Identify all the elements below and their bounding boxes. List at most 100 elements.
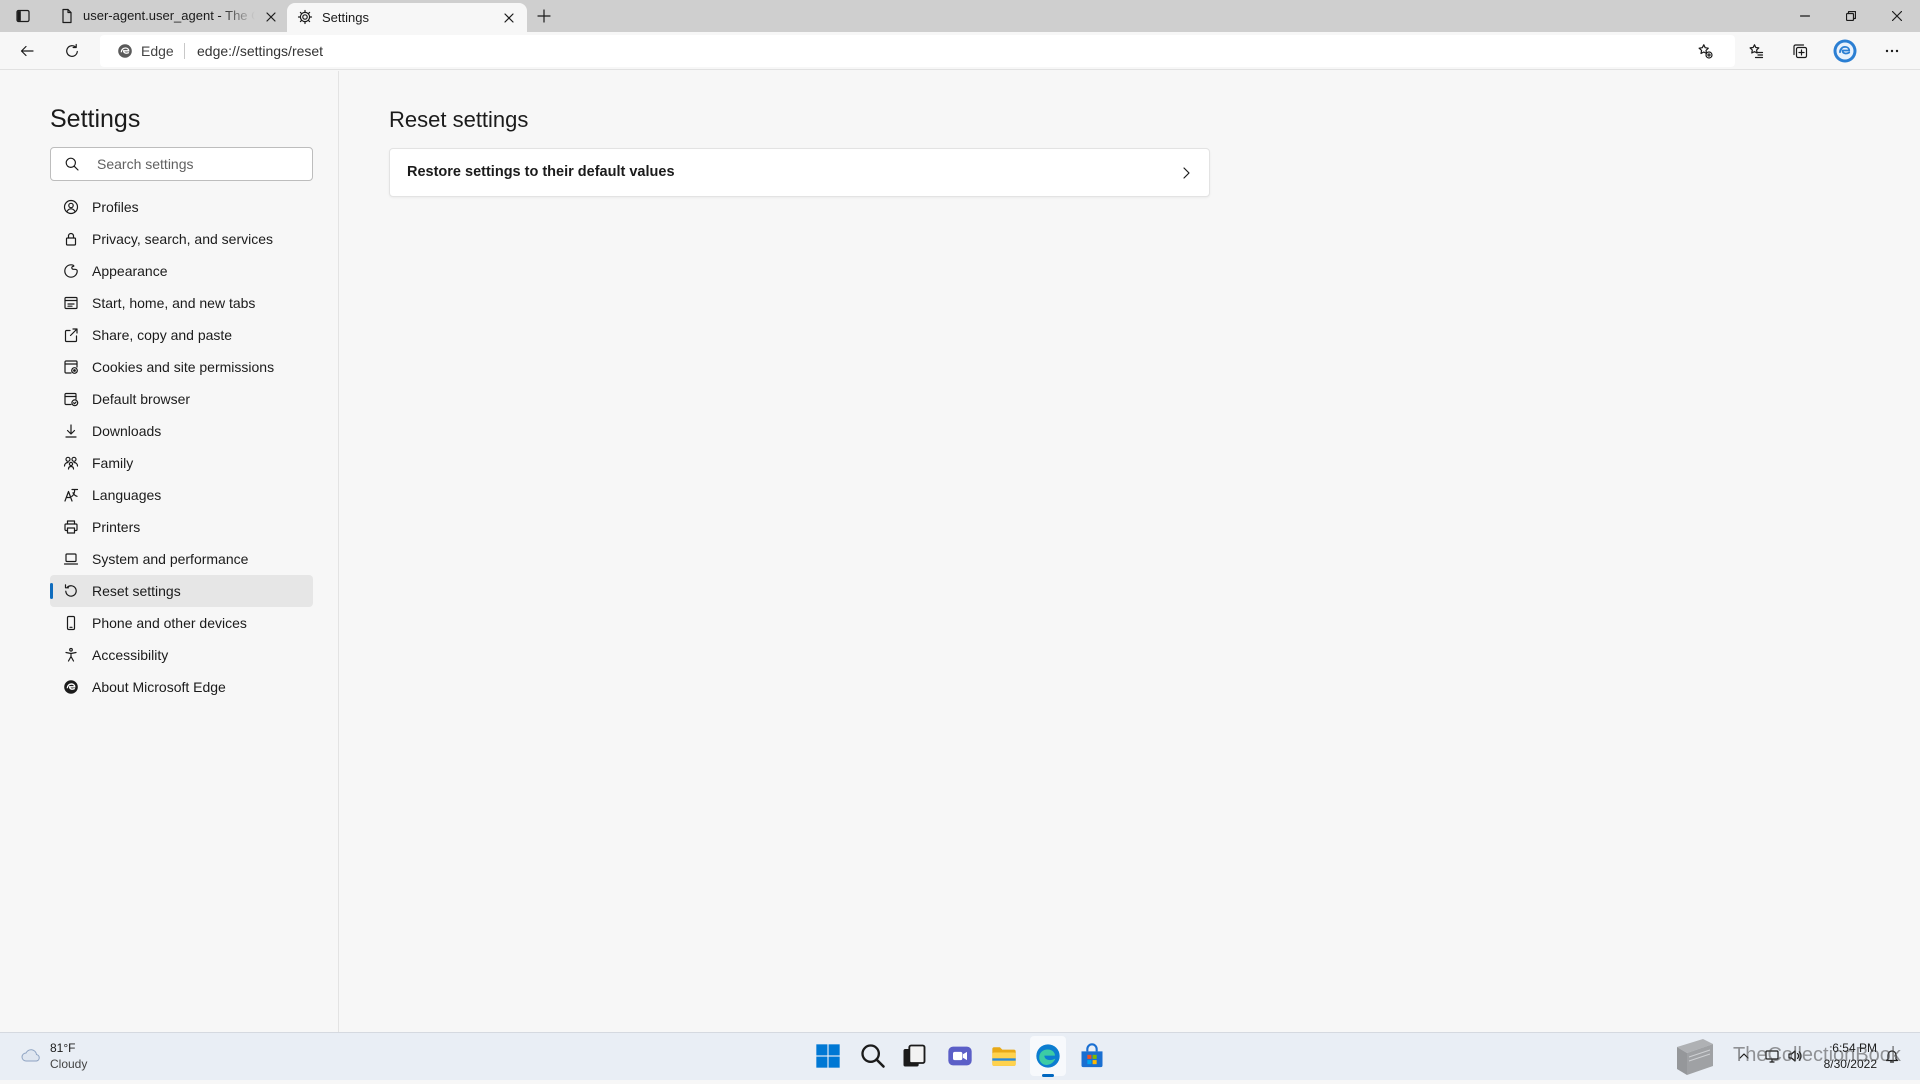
close-icon bbox=[1892, 11, 1902, 21]
plus-icon bbox=[537, 9, 551, 23]
sidebar-item-label: System and performance bbox=[92, 551, 249, 567]
share-icon bbox=[63, 327, 79, 343]
edge-logo-icon bbox=[63, 679, 79, 695]
search-icon bbox=[64, 156, 80, 172]
sidebar-item-languages[interactable]: Languages bbox=[50, 479, 313, 511]
sidebar-item-label: Privacy, search, and services bbox=[92, 231, 274, 247]
sidebar-item-label: Share, copy and paste bbox=[92, 327, 233, 343]
sidebar-item-share-copy-paste[interactable]: Share, copy and paste bbox=[50, 319, 313, 351]
vertical-tabs-icon[interactable] bbox=[15, 8, 31, 24]
sidebar-item-privacy[interactable]: Privacy, search, and services bbox=[50, 223, 313, 255]
favorites-icon[interactable] bbox=[1748, 43, 1764, 59]
sidebar-item-phone-devices[interactable]: Phone and other devices bbox=[50, 607, 313, 639]
sidebar-item-accessibility[interactable]: Accessibility bbox=[50, 639, 313, 671]
tab-user-agent[interactable]: user-agent.user_agent - The Col bbox=[52, 0, 284, 32]
sidebar-item-profiles[interactable]: Profiles bbox=[50, 191, 313, 223]
close-window-button[interactable] bbox=[1874, 0, 1920, 32]
sidebar-item-downloads[interactable]: Downloads bbox=[50, 415, 313, 447]
family-icon bbox=[63, 455, 79, 471]
reset-icon bbox=[63, 583, 79, 599]
sidebar-item-label: About Microsoft Edge bbox=[92, 679, 226, 695]
languages-icon bbox=[63, 487, 79, 503]
taskbar-search-icon[interactable] bbox=[859, 1042, 887, 1070]
accessibility-icon bbox=[63, 647, 79, 663]
sidebar-item-printers[interactable]: Printers bbox=[50, 511, 313, 543]
sidebar-item-about-edge[interactable]: About Microsoft Edge bbox=[50, 671, 313, 703]
palette-icon bbox=[63, 263, 79, 279]
cookies-icon bbox=[63, 359, 79, 375]
phone-icon bbox=[63, 615, 79, 631]
printer-icon bbox=[63, 519, 79, 535]
sidebar-item-system-performance[interactable]: System and performance bbox=[50, 543, 313, 575]
watermark-text: TheCollectionBook bbox=[1733, 1044, 1901, 1066]
sidebar-item-label: Default browser bbox=[92, 391, 191, 407]
chat-icon[interactable] bbox=[946, 1042, 974, 1070]
sidebar-item-label: Phone and other devices bbox=[92, 615, 247, 631]
sidebar-item-label: Accessibility bbox=[92, 647, 169, 663]
sidebar-item-label: Reset settings bbox=[92, 583, 181, 599]
tab-title: Settings bbox=[322, 10, 369, 25]
back-icon[interactable] bbox=[19, 43, 35, 59]
edge-browser-icon[interactable] bbox=[1034, 1042, 1062, 1070]
task-view-icon[interactable] bbox=[900, 1042, 928, 1070]
home-tabs-icon bbox=[63, 295, 79, 311]
sidebar-item-family[interactable]: Family bbox=[50, 447, 313, 479]
minimize-button[interactable] bbox=[1782, 0, 1828, 32]
tab-close-icon[interactable] bbox=[503, 11, 515, 23]
add-favorite-icon[interactable] bbox=[1697, 43, 1713, 59]
url-text[interactable]: edge://settings/reset bbox=[197, 35, 323, 67]
store-icon[interactable] bbox=[1078, 1042, 1106, 1070]
sidebar-item-label: Languages bbox=[92, 487, 162, 503]
tab-settings[interactable]: Settings bbox=[287, 3, 527, 32]
active-app-indicator bbox=[1042, 1074, 1054, 1077]
default-browser-icon bbox=[63, 391, 79, 407]
tab-title: user-agent.user_agent - The Col bbox=[83, 8, 255, 23]
selected-indicator bbox=[50, 583, 53, 599]
sidebar-item-label: Printers bbox=[92, 519, 141, 535]
sidebar-item-reset-settings[interactable]: Reset settings bbox=[50, 575, 313, 607]
edge-site-icon bbox=[117, 43, 133, 59]
file-explorer-icon[interactable] bbox=[990, 1042, 1018, 1070]
collections-icon[interactable] bbox=[1792, 43, 1808, 59]
tab-close-icon[interactable] bbox=[265, 10, 277, 22]
sidebar-item-label: Profiles bbox=[92, 199, 139, 215]
sidebar-item-label: Family bbox=[92, 455, 134, 471]
sidebar-item-label: Downloads bbox=[92, 423, 162, 439]
new-tab-button[interactable] bbox=[536, 8, 552, 24]
address-bar[interactable]: Edge edge://settings/reset bbox=[100, 35, 1735, 67]
page-title: Reset settings bbox=[389, 107, 529, 132]
more-icon[interactable] bbox=[1884, 43, 1900, 59]
restore-defaults-option[interactable]: Restore settings to their default values bbox=[389, 148, 1210, 197]
laptop-icon bbox=[63, 551, 79, 567]
weather-condition: Cloudy bbox=[50, 1057, 88, 1071]
restore-icon bbox=[1846, 11, 1856, 21]
document-icon bbox=[59, 8, 75, 24]
restore-button[interactable] bbox=[1828, 0, 1874, 32]
sidebar-item-label: Cookies and site permissions bbox=[92, 359, 275, 375]
sidebar-item-label: Start, home, and new tabs bbox=[92, 295, 256, 311]
site-identity-label[interactable]: Edge bbox=[141, 35, 174, 67]
chevron-right-icon bbox=[1178, 165, 1194, 181]
sidebar-title: Settings bbox=[50, 105, 141, 133]
sidebar-item-default-browser[interactable]: Default browser bbox=[50, 383, 313, 415]
sidebar-item-label: Appearance bbox=[92, 263, 168, 279]
weather-temperature: 81°F bbox=[50, 1041, 76, 1055]
profile-avatar-icon[interactable] bbox=[1833, 39, 1857, 68]
sidebar-item-appearance[interactable]: Appearance bbox=[50, 255, 313, 287]
gear-icon bbox=[297, 9, 313, 25]
book-icon bbox=[1672, 1033, 1718, 1084]
profile-icon bbox=[63, 199, 79, 215]
refresh-icon[interactable] bbox=[64, 43, 80, 59]
sidebar-item-cookies[interactable]: Cookies and site permissions bbox=[50, 351, 313, 383]
address-separator bbox=[184, 43, 185, 59]
restore-defaults-label: Restore settings to their default values bbox=[407, 164, 675, 180]
cloudy-weather-icon[interactable] bbox=[19, 1043, 43, 1072]
tab-strip: user-agent.user_agent - The Col Settings bbox=[0, 0, 1920, 32]
lock-icon bbox=[63, 231, 79, 247]
windows-start-icon[interactable] bbox=[814, 1042, 842, 1070]
download-icon bbox=[63, 423, 79, 439]
search-box[interactable] bbox=[50, 147, 313, 181]
browser-toolbar: Edge edge://settings/reset bbox=[0, 32, 1920, 70]
sidebar-item-start-home[interactable]: Start, home, and new tabs bbox=[50, 287, 313, 319]
search-settings-input[interactable] bbox=[95, 148, 305, 180]
